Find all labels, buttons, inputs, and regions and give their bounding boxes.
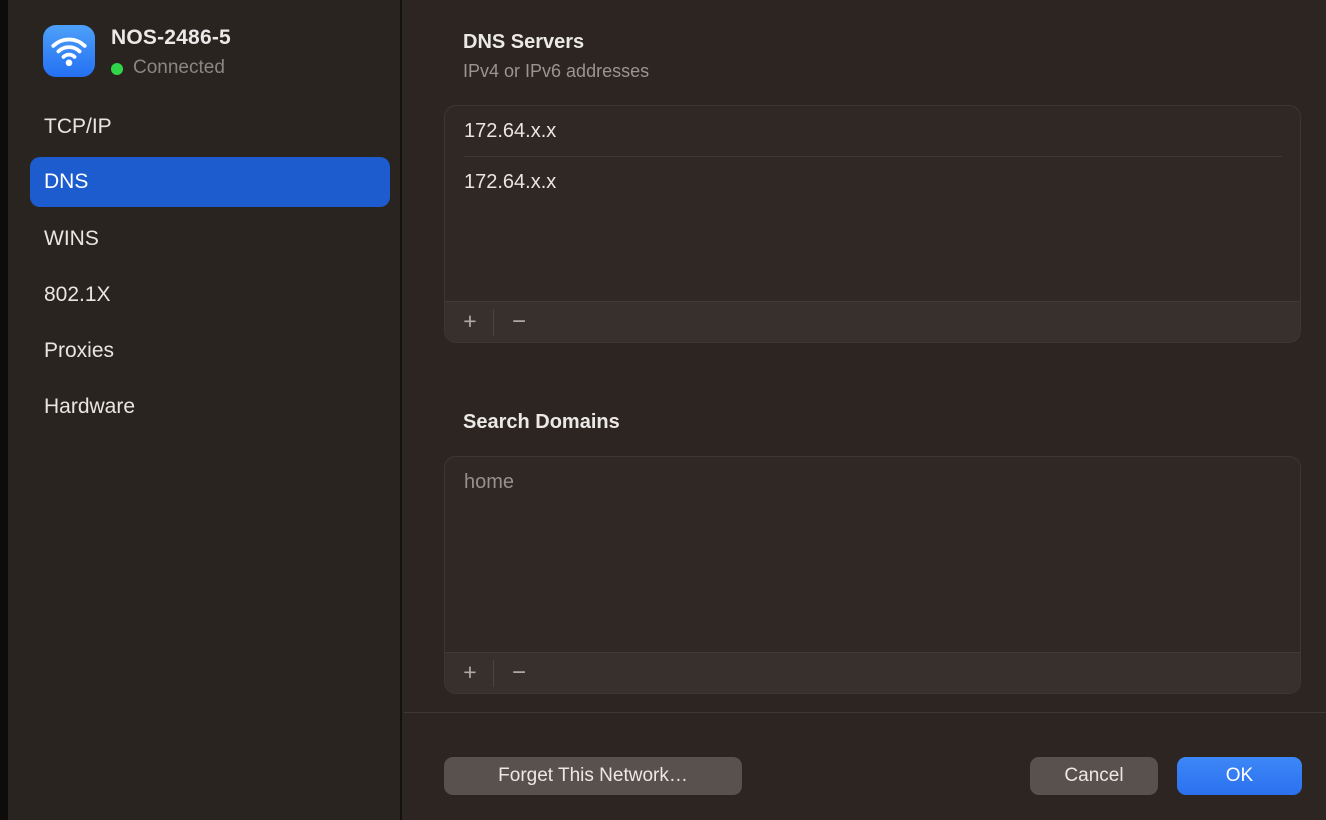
sidebar-item-proxies[interactable]: Proxies: [30, 326, 390, 376]
add-search-domain-button[interactable]: +: [453, 653, 487, 694]
dns-servers-subtitle: IPv4 or IPv6 addresses: [463, 61, 649, 82]
remove-dns-server-button[interactable]: −: [502, 302, 536, 343]
network-header: NOS-2486-5 Connected: [8, 0, 400, 100]
dns-server-entry[interactable]: 172.64.x.x: [445, 157, 1300, 207]
dns-server-entry[interactable]: 172.64.x.x: [445, 106, 1300, 156]
search-domain-entry[interactable]: home: [445, 457, 1300, 507]
sidebar-item-tcpip[interactable]: TCP/IP: [30, 102, 390, 152]
sidebar-item-hardware[interactable]: Hardware: [30, 382, 390, 432]
window-edge: [0, 0, 8, 820]
dns-servers-toolbar: + −: [445, 301, 1300, 342]
sidebar-item-wins[interactable]: WINS: [30, 214, 390, 264]
dns-servers-title: DNS Servers: [463, 31, 584, 54]
dns-servers-list: 172.64.x.x 172.64.x.x + −: [444, 105, 1301, 343]
connection-status: Connected: [111, 57, 225, 79]
connection-status-label: Connected: [133, 57, 225, 79]
footer-divider: [404, 712, 1326, 713]
sidebar: NOS-2486-5 Connected TCP/IP DNS WINS 802…: [8, 0, 402, 820]
ok-button[interactable]: OK: [1177, 757, 1302, 795]
search-domains-list: home + −: [444, 456, 1301, 694]
forget-network-button[interactable]: Forget This Network…: [444, 757, 742, 795]
sidebar-item-dns[interactable]: DNS: [30, 157, 390, 207]
dns-pane: DNS Servers IPv4 or IPv6 addresses 172.6…: [404, 0, 1326, 820]
search-domains-toolbar: + −: [445, 652, 1300, 693]
toolbar-divider: [493, 309, 494, 336]
connected-dot-icon: [111, 63, 123, 75]
search-domains-title: Search Domains: [463, 411, 620, 434]
cancel-button[interactable]: Cancel: [1030, 757, 1158, 795]
wifi-icon: [43, 25, 95, 77]
remove-search-domain-button[interactable]: −: [502, 653, 536, 694]
add-dns-server-button[interactable]: +: [453, 302, 487, 343]
toolbar-divider: [493, 660, 494, 687]
network-name: NOS-2486-5: [111, 26, 231, 50]
network-details-dialog: NOS-2486-5 Connected TCP/IP DNS WINS 802…: [0, 0, 1326, 820]
sidebar-item-8021x[interactable]: 802.1X: [30, 270, 390, 320]
